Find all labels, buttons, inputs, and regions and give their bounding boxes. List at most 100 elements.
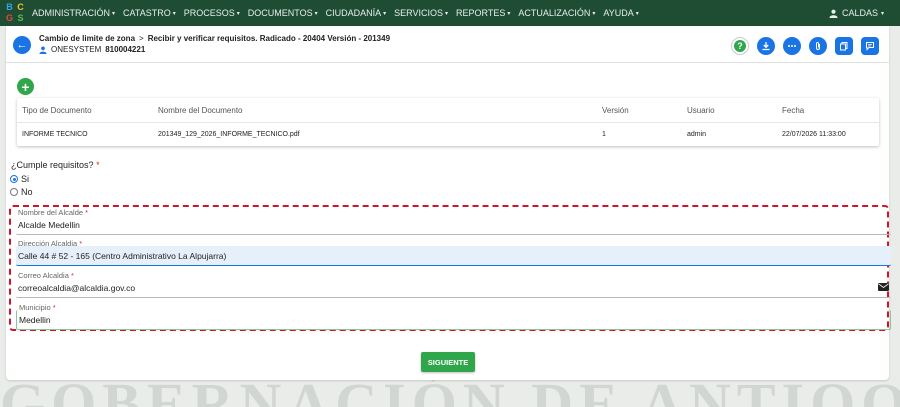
field-label-text: Correo Alcaldia [18, 271, 69, 280]
municipio-value[interactable]: Medellin [19, 315, 51, 325]
cell-nombre: 201349_129_2026_INFORME_TECNICO.pdf [158, 131, 300, 138]
logo-letter-g: G [5, 13, 13, 23]
radio-option-no[interactable]: No [10, 187, 33, 197]
field-label: Municipio * [19, 303, 56, 312]
table-row[interactable]: INFORME TECNICO 201349_129_2026_INFORME_… [17, 123, 879, 146]
organization-info: ONESYSTEM 810004221 [39, 45, 145, 54]
documents-table: Tipo de Documento Nombre del Documento V… [17, 98, 879, 146]
requisitos-question-text: ¿Cumple requisitos? [11, 160, 94, 170]
plus-icon: + [21, 78, 30, 95]
add-document-button[interactable]: + [17, 78, 34, 95]
nav-item-catastro[interactable]: CATASTRO ▾ [123, 8, 176, 18]
cell-tipo: INFORME TECNICO [22, 131, 88, 138]
table-header-row: Tipo de Documento Nombre del Documento V… [17, 98, 879, 123]
radio-label: Si [21, 174, 30, 184]
chevron-down-icon: ▾ [507, 10, 511, 17]
nav-item-documentos[interactable]: DOCUMENTOS ▾ [248, 8, 318, 18]
main-panel: ← Cambio de limite de zona > Recibir y ver… [6, 26, 891, 380]
required-mark: * [96, 160, 100, 170]
nav-item-ciudadania[interactable]: CIUDADANÍA ▾ [326, 8, 387, 18]
nombre-alcalde-value[interactable]: Alcalde Medellin [18, 220, 80, 230]
logo-letter-s: S [17, 13, 24, 23]
comments-button[interactable] [861, 37, 879, 55]
field-label: Nombre del Alcalde * [18, 208, 88, 217]
download-button[interactable] [757, 37, 775, 55]
column-header-fecha[interactable]: Fecha [782, 98, 804, 122]
field-label: Dirección Alcaldia * [18, 239, 82, 248]
app-logo[interactable]: B C G S [4, 2, 26, 24]
field-label-text: Municipio [19, 303, 51, 312]
help-icon: ? [734, 40, 746, 52]
column-header-nombre[interactable]: Nombre del Documento [158, 98, 242, 122]
field-label: Correo Alcaldia * [18, 271, 74, 280]
copy-button[interactable] [835, 37, 853, 55]
copy-icon [840, 42, 848, 51]
municipio-field[interactable]: Municipio * Medellin [16, 303, 891, 330]
back-button[interactable]: ← [13, 36, 31, 54]
nav-label: REPORTES [456, 8, 506, 18]
radio-option-si[interactable]: Si [10, 174, 29, 184]
field-label-text: Nombre del Alcalde [18, 208, 84, 217]
paperclip-icon [816, 42, 820, 50]
radio-label: No [21, 187, 33, 197]
attachments-button[interactable] [809, 37, 827, 55]
correo-alcaldia-value[interactable]: correoalcaldia@alcaldia.gov.co [18, 283, 135, 293]
nav-label: ACTUALIZACIÓN [518, 8, 591, 18]
cell-fecha: 22/07/2026 11:33:00 [782, 131, 846, 138]
chevron-down-icon: ▾ [236, 10, 240, 17]
breadcrumb-process[interactable]: Cambio de limite de zona [39, 34, 135, 43]
nav-label: CATASTRO [123, 8, 171, 18]
nav-label: PROCESOS [183, 8, 235, 18]
header-actions: ? [731, 37, 879, 55]
chevron-down-icon: ▾ [172, 10, 176, 17]
chevron-down-icon: ▾ [880, 10, 884, 17]
chevron-down-icon: ▾ [635, 10, 639, 17]
help-button[interactable]: ? [731, 37, 749, 55]
more-horizontal-icon [788, 45, 796, 47]
user-icon [829, 9, 838, 18]
nav-item-reportes[interactable]: REPORTES ▾ [456, 8, 510, 18]
required-mark: * [70, 271, 74, 280]
download-icon [762, 42, 770, 51]
direccion-alcaldia-field[interactable]: Dirección Alcaldia * Calle 44 # 52 - 165… [16, 239, 891, 266]
radio-button-unchecked[interactable] [10, 188, 18, 196]
cell-usuario: admin [687, 131, 707, 138]
org-name: ONESYSTEM [51, 45, 102, 54]
cell-version: 1 [602, 131, 606, 138]
correo-alcaldia-field[interactable]: Correo Alcaldia * correoalcaldia@alcaldi… [16, 271, 891, 298]
nav-item-servicios[interactable]: SERVICIOS ▾ [394, 8, 448, 18]
highlighted-form-section: Nombre del Alcalde * Alcalde Medellin Di… [9, 205, 891, 331]
user-menu[interactable]: CALDAS ▾ [829, 0, 884, 26]
chevron-down-icon: ▾ [314, 10, 318, 17]
required-mark: * [79, 239, 83, 248]
nav-item-ayuda[interactable]: AYUDA ▾ [603, 8, 638, 18]
chevron-down-icon: ▾ [383, 10, 387, 17]
comment-icon [866, 42, 874, 51]
column-header-version[interactable]: Versión [602, 98, 629, 122]
envelope-icon [878, 283, 889, 291]
nav-item-procesos[interactable]: PROCESOS ▾ [184, 8, 240, 18]
user-name: CALDAS [841, 8, 878, 18]
more-options-button[interactable] [783, 37, 801, 55]
nav-label: SERVICIOS [394, 8, 443, 18]
chevron-down-icon: ▾ [592, 10, 596, 17]
column-header-tipo[interactable]: Tipo de Documento [22, 98, 92, 122]
nav-item-actualizacion[interactable]: ACTUALIZACIÓN ▾ [518, 8, 595, 18]
direccion-alcaldia-value[interactable]: Calle 44 # 52 - 165 (Centro Administrati… [18, 251, 226, 261]
column-header-usuario[interactable]: Usuario [687, 98, 715, 122]
top-navbar: B C G S ADMINISTRACIÓN ▾ CATASTRO ▾ PROCES… [0, 0, 900, 26]
radio-button-checked[interactable] [10, 175, 18, 183]
nav-item-administracion[interactable]: ADMINISTRACIÓN ▾ [32, 8, 115, 18]
org-nit: 810004221 [105, 45, 146, 54]
nav-label: DOCUMENTOS [247, 8, 313, 18]
nav-label: AYUDA [603, 8, 634, 18]
page-header: ← Cambio de limite de zona > Recibir y ver… [6, 26, 889, 63]
next-button[interactable]: SIGUIENTE [421, 352, 475, 372]
chevron-down-icon: ▾ [445, 10, 449, 17]
user-icon [39, 46, 47, 54]
nombre-alcalde-field[interactable]: Nombre del Alcalde * Alcalde Medellin [16, 208, 891, 235]
chevron-down-icon: ▾ [112, 10, 116, 17]
breadcrumb: Cambio de limite de zona > Recibir y verif… [39, 34, 390, 43]
nav-label: ADMINISTRACIÓN [32, 8, 111, 18]
logo-letter-b: B [6, 2, 13, 12]
